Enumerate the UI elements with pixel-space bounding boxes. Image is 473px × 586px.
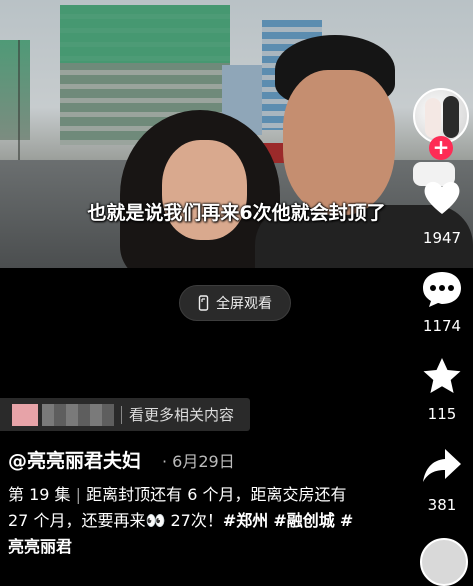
building-netting	[60, 5, 230, 63]
blurred-thumbnail	[12, 403, 38, 426]
related-content-label: 看更多相关内容	[129, 406, 235, 424]
post-caption[interactable]: 第 19 集 | 距离封顶还有 6 个月，距离交房还有 27 个月，还要再来👀 …	[8, 482, 360, 560]
divider	[121, 405, 122, 424]
share-button[interactable]: 381	[412, 447, 472, 514]
eyes-emoji: 👀	[145, 511, 166, 530]
author-name[interactable]: @亮亮丽君夫妇	[8, 446, 141, 473]
star-icon	[423, 358, 461, 393]
comment-button[interactable]: 1174	[412, 270, 472, 335]
favorite-count: 115	[427, 405, 457, 423]
episode-separator: |	[70, 485, 87, 504]
share-count: 381	[427, 496, 457, 514]
share-arrow-icon	[423, 449, 461, 482]
related-content-banner[interactable]: 看更多相关内容	[0, 398, 250, 431]
post-date: · 6月29日	[162, 452, 235, 471]
like-count: 1947	[422, 229, 462, 247]
tree	[18, 40, 60, 160]
hashtag-rongchuangcheng[interactable]: #融创城	[273, 511, 334, 530]
fullscreen-label: 全屏观看	[216, 296, 272, 312]
video-subtitle: 也就是说我们再来6次他就会封顶了	[87, 202, 386, 224]
comment-count: 1174	[422, 317, 462, 335]
blurred-text	[42, 403, 114, 426]
fullscreen-button[interactable]: 全屏观看	[179, 285, 291, 321]
heart-icon	[424, 181, 460, 214]
video-player[interactable]: 也就是说我们再来6次他就会封顶了	[0, 0, 473, 268]
like-button[interactable]: 1947	[412, 178, 472, 247]
comment-bubble-icon	[423, 272, 461, 307]
woman-face	[162, 140, 247, 240]
fullscreen-phone-icon	[198, 295, 209, 311]
caption-text-2: 27次！	[170, 511, 223, 530]
post-date-value: 6月29日	[172, 452, 235, 471]
hashtag-zhengzhou[interactable]: #郑州	[223, 511, 268, 530]
man-face	[283, 70, 395, 215]
episode-label[interactable]: 第 19 集	[8, 485, 71, 504]
favorite-button[interactable]: 115	[412, 357, 472, 423]
follow-plus-icon[interactable]: +	[429, 136, 453, 160]
music-disc-avatar[interactable]	[420, 538, 468, 586]
